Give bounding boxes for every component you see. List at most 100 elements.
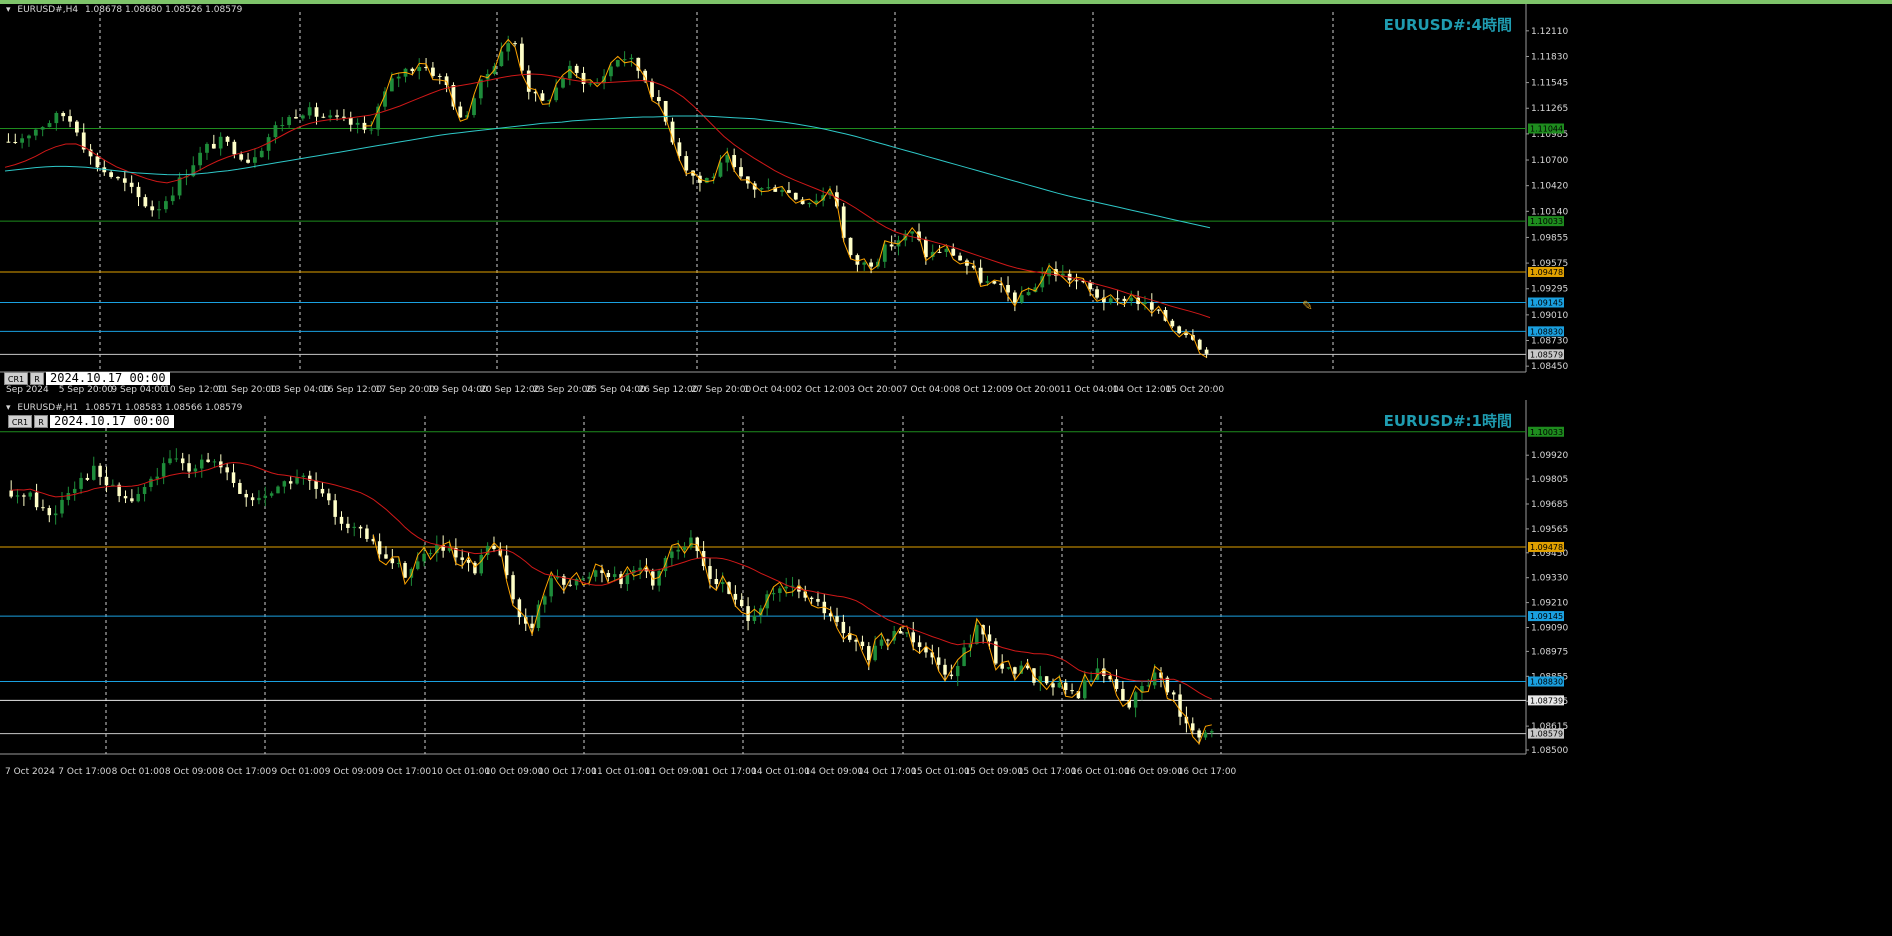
h1-symbol-timeframe: EURUSD#,H1 (17, 403, 79, 413)
candle-body (955, 666, 960, 677)
x-tick-label: 26 Sep 12:00 (638, 385, 698, 395)
x-tick-label: Sep 2024 (6, 385, 49, 395)
candle-body (328, 115, 333, 118)
candle-body (150, 206, 155, 211)
candle-body (389, 78, 394, 92)
collapse-arrow-icon[interactable]: ▾ (6, 5, 11, 15)
x-tick-label: 9 Sep 04:00 (111, 385, 166, 395)
candle-body (79, 477, 83, 489)
candle-body (787, 190, 791, 193)
x-tick-label: 10 Oct 09:00 (485, 767, 544, 777)
candle-body (66, 492, 71, 500)
price-level-label: 1.08830 (1530, 327, 1563, 336)
y-tick-label: 1.08500 (1531, 746, 1568, 756)
x-tick-label: 8 Oct 17:00 (218, 767, 271, 777)
ma-red-line (4, 73, 1211, 319)
candle-body (793, 192, 798, 200)
candle-body (951, 248, 956, 256)
candle-body (1184, 333, 1188, 336)
h4-ohlc: 1.08678 1.08680 1.08526 1.08579 (84, 5, 243, 15)
x-tick-label: 10 Oct 01:00 (431, 767, 490, 777)
h4-chart-svg[interactable]: 1.121101.118301.115451.112651.109851.107… (0, 4, 1892, 396)
candle-body (898, 630, 903, 634)
candle-body (1133, 692, 1138, 708)
candle-body (320, 488, 325, 494)
candle-body (1047, 269, 1051, 277)
price-level-label: 1.08739 (1530, 696, 1563, 705)
candle-body (944, 248, 949, 253)
h4-date-label[interactable]: 2024.10.17 00:00 (46, 372, 170, 385)
y-tick-label: 1.08730 (1531, 337, 1568, 347)
candle-body (109, 172, 114, 177)
x-tick-label: 17 Sep 20:00 (375, 385, 435, 395)
h1-chart-svg[interactable]: 1.099201.098051.096851.095651.094501.093… (0, 400, 1892, 936)
candle-body (780, 190, 784, 192)
candle-body (656, 97, 661, 101)
candle-body (615, 60, 620, 67)
h4-chart-panel[interactable]: 1.12110 1.11830 1.11545 1.11265 1.10985 1.107… (0, 4, 1892, 396)
candle-body (104, 476, 109, 486)
candle-body (200, 459, 204, 469)
x-tick-label: 1 Oct 04:00 (744, 385, 797, 395)
candle-body (752, 615, 757, 621)
candle-body (540, 93, 545, 101)
candle-body (1210, 731, 1214, 733)
candle-body (1026, 292, 1031, 296)
candle-body (390, 558, 395, 564)
x-tick-label: 10 Oct 17:00 (538, 767, 597, 777)
candle-body (211, 143, 216, 149)
candle-body (784, 586, 788, 589)
h1-date-label[interactable]: 2024.10.17 00:00 (50, 415, 174, 428)
h1-chart-panel[interactable]: 1.09920 1.09805 1.09685 1.09565 1.09450 1.093… (0, 400, 1892, 936)
h1-chart-header: ▾ EURUSD#,H1 1.08571 1.08583 1.08566 1.0… (6, 403, 242, 413)
collapse-arrow-icon[interactable]: ▾ (6, 403, 11, 413)
candle-body (54, 112, 59, 124)
candle-body (848, 237, 853, 256)
candle-body (670, 551, 674, 558)
price-level-label: 1.08579 (1530, 730, 1563, 739)
candle-body (384, 554, 388, 559)
candle-body (232, 141, 237, 155)
x-tick-label: 14 Oct 12:00 (1113, 385, 1172, 395)
candle-body (250, 497, 255, 501)
candle-body (239, 154, 244, 160)
candle-body (61, 112, 66, 117)
x-tick-label: 19 Sep 04:00 (428, 385, 488, 395)
candle-body (300, 115, 305, 119)
candle-body (269, 493, 274, 496)
y-tick-label: 1.10420 (1531, 182, 1568, 192)
candle-body (593, 570, 598, 577)
candle-body (1083, 680, 1087, 699)
candle-body (287, 117, 292, 126)
candle-body (1178, 694, 1182, 717)
candle-body (1129, 297, 1134, 301)
candle-body (327, 493, 331, 501)
candle-body (85, 477, 90, 480)
candle-body (34, 492, 39, 508)
h4-r-button[interactable]: R (30, 372, 44, 385)
h1-r-button[interactable]: R (34, 415, 48, 428)
candle-body (1149, 302, 1154, 310)
x-tick-label: 25 Sep 04:00 (586, 385, 646, 395)
h4-cr1-button[interactable]: CR1 (4, 372, 28, 385)
h1-cr1-button[interactable]: CR1 (8, 415, 32, 428)
y-tick-label: 1.09010 (1531, 311, 1568, 321)
x-tick-label: 15 Oct 01:00 (911, 767, 970, 777)
candle-body (342, 116, 346, 118)
y-tick-label: 1.08975 (1531, 647, 1568, 657)
candle-body (855, 255, 860, 265)
candle-body (985, 281, 990, 283)
candle-body (1070, 690, 1074, 692)
candle-body (1203, 732, 1208, 738)
candle-body (886, 639, 890, 641)
x-tick-label: 9 Oct 09:00 (325, 767, 378, 777)
x-tick-label: 8 Oct 09:00 (165, 767, 218, 777)
candle-body (123, 496, 128, 499)
candle-body (193, 468, 198, 472)
candle-body (301, 475, 306, 477)
candle-body (766, 187, 771, 189)
candle-body (335, 115, 339, 117)
candle-body (116, 176, 120, 179)
candle-body (60, 499, 64, 514)
candle-body (1171, 692, 1176, 695)
